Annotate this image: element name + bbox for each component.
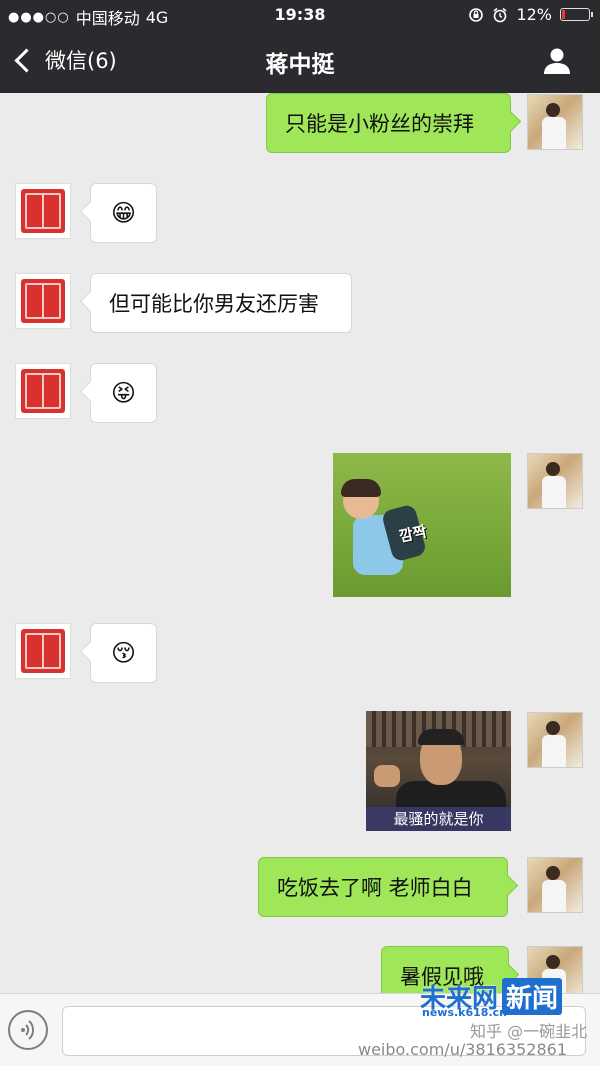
my-avatar[interactable] [527, 712, 583, 768]
image-hair [418, 729, 464, 745]
contact-avatar[interactable] [15, 363, 71, 419]
image-caption: 最骚的就是你 [366, 807, 511, 831]
contact-avatar[interactable] [15, 623, 71, 679]
image-message-running-kid[interactable]: 깜짝 [333, 453, 511, 597]
grinning-emoji-icon: 😁 [110, 199, 137, 227]
seal-stamp-icon [21, 369, 65, 413]
weibo-url-watermark: weibo.com/u/3816352861 [358, 1040, 568, 1059]
image-message-pointing-man[interactable]: 最骚的就是你 [366, 711, 511, 831]
status-bar: ●●●○○ 中国移动 4G 19:38 12% [0, 0, 600, 30]
chat-area[interactable]: 只能是小粉丝的崇拜 😁 但可能比你男友还厉害 😝 깜짝 😚 最骚的就是你 吃饭去… [0, 93, 600, 993]
message-bubble-outgoing[interactable]: 吃饭去了啊 老师白白 [258, 857, 508, 917]
contact-avatar[interactable] [15, 273, 71, 329]
seal-stamp-icon [21, 629, 65, 673]
alarm-icon [493, 7, 507, 22]
contact-avatar[interactable] [15, 183, 71, 239]
kissing-emoji-icon: 😚 [110, 639, 137, 667]
status-right: 12% [468, 5, 593, 24]
brand-news-badge: 新闻 [502, 978, 563, 1015]
battery-fill [562, 10, 565, 19]
image-fist [374, 765, 400, 787]
message-text: 吃饭去了啊 老师白白 [277, 876, 473, 900]
battery-percent: 12% [516, 5, 552, 24]
message-bubble-outgoing[interactable]: 只能是小粉丝的崇拜 [266, 93, 511, 153]
squinting-tongue-emoji-icon: 😝 [110, 379, 137, 407]
message-bubble-incoming[interactable]: 但可能比你男友还厉害 [90, 273, 352, 333]
message-bubble-incoming[interactable]: 😁 [90, 183, 157, 243]
image-hair [341, 479, 381, 497]
voice-button[interactable] [8, 1010, 48, 1050]
battery-icon [560, 8, 593, 21]
rotation-lock-icon [469, 7, 484, 22]
message-text: 但可能比你男友还厉害 [109, 292, 319, 316]
my-avatar[interactable] [527, 857, 583, 913]
my-avatar[interactable] [527, 453, 583, 509]
seal-stamp-icon [21, 279, 65, 323]
my-avatar[interactable] [527, 94, 583, 150]
message-bubble-incoming[interactable]: 😝 [90, 363, 157, 423]
weibo-handle-watermark: 知乎 @一碗韭北 [470, 1022, 588, 1041]
chat-title: 蒋中挺 [265, 52, 335, 78]
person-icon[interactable] [542, 47, 572, 75]
seal-stamp-icon [21, 189, 65, 233]
voice-icon [21, 1020, 35, 1040]
message-bubble-incoming[interactable]: 😚 [90, 623, 157, 683]
nav-bar: 微信(6) 蒋中挺 [0, 30, 600, 93]
message-text: 只能是小粉丝的崇拜 [285, 112, 474, 136]
